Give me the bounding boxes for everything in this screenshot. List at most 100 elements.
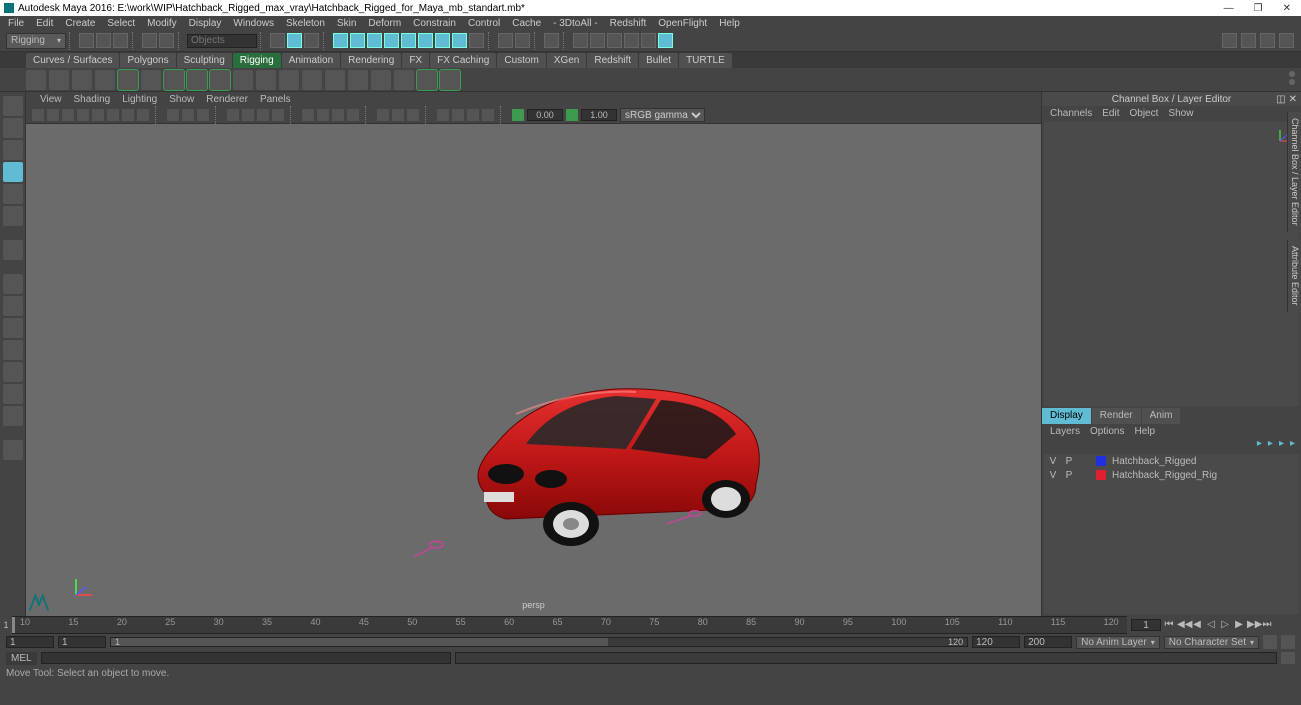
- color-space-select[interactable]: sRGB gamma: [620, 108, 705, 122]
- play-end-input[interactable]: [972, 636, 1020, 648]
- vp-icon[interactable]: [47, 109, 59, 121]
- layout-toggle-icon[interactable]: [3, 440, 23, 460]
- select-tool-icon[interactable]: [3, 96, 23, 116]
- layer-color-icon[interactable]: [1096, 470, 1106, 480]
- mask-4-icon[interactable]: [384, 33, 399, 48]
- shelf-btn-2[interactable]: [49, 70, 69, 90]
- menu-item[interactable]: Object: [1130, 108, 1159, 119]
- anim-start-input[interactable]: [6, 636, 54, 648]
- play-fwd-icon[interactable]: ▷: [1219, 619, 1231, 631]
- layer-tab[interactable]: Render: [1092, 408, 1141, 424]
- play-start-input[interactable]: [58, 636, 106, 648]
- mask-5-icon[interactable]: [401, 33, 416, 48]
- mask-3-icon[interactable]: [367, 33, 382, 48]
- side-tab-channel-box[interactable]: Channel Box / Layer Editor: [1287, 112, 1301, 232]
- shelf-btn-11[interactable]: [256, 70, 276, 90]
- menu-item[interactable]: Show: [169, 94, 194, 105]
- menu-item[interactable]: Help: [719, 18, 740, 29]
- layout-5-icon[interactable]: [3, 362, 23, 382]
- menu-item[interactable]: File: [8, 18, 24, 29]
- selection-mode-input[interactable]: [187, 34, 257, 48]
- rig-control-front[interactable]: [406, 538, 456, 558]
- menu-item[interactable]: Shading: [74, 94, 111, 105]
- menu-item[interactable]: Control: [468, 18, 500, 29]
- layer-new-icon[interactable]: ▸: [1290, 438, 1295, 452]
- vp-icon[interactable]: [92, 109, 104, 121]
- vp-icon[interactable]: [272, 109, 284, 121]
- menu-item[interactable]: Sculpting: [177, 53, 232, 68]
- move-tool-icon[interactable]: [3, 162, 23, 182]
- paint-tool-icon[interactable]: [3, 140, 23, 160]
- render-4-icon[interactable]: [624, 33, 639, 48]
- menu-item[interactable]: Skin: [337, 18, 356, 29]
- new-scene-icon[interactable]: [79, 33, 94, 48]
- shelf-btn-7[interactable]: [164, 70, 184, 90]
- mask-1-icon[interactable]: [333, 33, 348, 48]
- mask-2-icon[interactable]: [350, 33, 365, 48]
- layer-tab[interactable]: Display: [1042, 408, 1091, 424]
- menu-item[interactable]: Constrain: [413, 18, 456, 29]
- menu-item[interactable]: Rigging: [233, 53, 281, 68]
- vp-icon[interactable]: [182, 109, 194, 121]
- menu-item[interactable]: Deform: [368, 18, 401, 29]
- menu-item[interactable]: Rendering: [341, 53, 401, 68]
- vp-icon[interactable]: [32, 109, 44, 121]
- shelf-scroll-up-icon[interactable]: [1289, 71, 1295, 77]
- vp-icon[interactable]: [377, 109, 389, 121]
- step-fwd-icon[interactable]: ▶: [1233, 619, 1245, 631]
- exposure-input[interactable]: [527, 109, 563, 121]
- save-scene-icon[interactable]: [113, 33, 128, 48]
- mask-7-icon[interactable]: [435, 33, 450, 48]
- layout-7-icon[interactable]: [3, 406, 23, 426]
- menu-item[interactable]: Curves / Surfaces: [26, 53, 119, 68]
- menu-item[interactable]: Display: [189, 18, 222, 29]
- layer-play[interactable]: P: [1064, 470, 1074, 481]
- vp-icon[interactable]: [437, 109, 449, 121]
- panel-toggle-4-icon[interactable]: [1279, 33, 1294, 48]
- layer-vis[interactable]: V: [1048, 456, 1058, 467]
- exposure-icon[interactable]: [512, 109, 524, 121]
- render-1-icon[interactable]: [573, 33, 588, 48]
- charset-select[interactable]: No Character Set: [1164, 636, 1259, 649]
- menu-item[interactable]: Windows: [233, 18, 274, 29]
- layer-play[interactable]: P: [1064, 456, 1074, 467]
- layer-move-up-icon[interactable]: ▸: [1257, 438, 1262, 452]
- menu-item[interactable]: Channels: [1050, 108, 1092, 119]
- workspace-selector[interactable]: Rigging: [6, 33, 66, 49]
- minimize-button[interactable]: —: [1224, 3, 1234, 14]
- anim-layer-select[interactable]: No Anim Layer: [1076, 636, 1160, 649]
- vp-icon[interactable]: [137, 109, 149, 121]
- menu-item[interactable]: Bullet: [639, 53, 678, 68]
- menu-item[interactable]: XGen: [547, 53, 587, 68]
- panel-close-icon[interactable]: ✕: [1289, 94, 1297, 105]
- sel-mode-1-icon[interactable]: [270, 33, 285, 48]
- menu-item[interactable]: Animation: [282, 53, 340, 68]
- sel-mode-2-icon[interactable]: [287, 33, 302, 48]
- vp-icon[interactable]: [317, 109, 329, 121]
- shelf-btn-14[interactable]: [325, 70, 345, 90]
- vp-icon[interactable]: [167, 109, 179, 121]
- mask-8-icon[interactable]: [452, 33, 467, 48]
- vp-icon[interactable]: [302, 109, 314, 121]
- cmd-input[interactable]: [41, 652, 451, 664]
- menu-item[interactable]: Skeleton: [286, 18, 325, 29]
- shelf-btn-19[interactable]: [440, 70, 460, 90]
- vp-icon[interactable]: [332, 109, 344, 121]
- undo-icon[interactable]: [142, 33, 157, 48]
- vp-icon[interactable]: [482, 109, 494, 121]
- layer-tab[interactable]: Anim: [1142, 408, 1181, 424]
- vp-icon[interactable]: [107, 109, 119, 121]
- autokey-icon[interactable]: [1263, 635, 1277, 649]
- shelf-btn-13[interactable]: [302, 70, 322, 90]
- layer-add-icon[interactable]: ▸: [1279, 438, 1284, 452]
- open-scene-icon[interactable]: [96, 33, 111, 48]
- vp-icon[interactable]: [347, 109, 359, 121]
- shelf-btn-4[interactable]: [95, 70, 115, 90]
- vp-icon[interactable]: [452, 109, 464, 121]
- play-back-icon[interactable]: ◁: [1205, 619, 1217, 631]
- shelf-btn-3[interactable]: [72, 70, 92, 90]
- shelf-btn-15[interactable]: [348, 70, 368, 90]
- menu-item[interactable]: FX Caching: [430, 53, 496, 68]
- menu-item[interactable]: TURTLE: [679, 53, 732, 68]
- menu-item[interactable]: View: [40, 94, 62, 105]
